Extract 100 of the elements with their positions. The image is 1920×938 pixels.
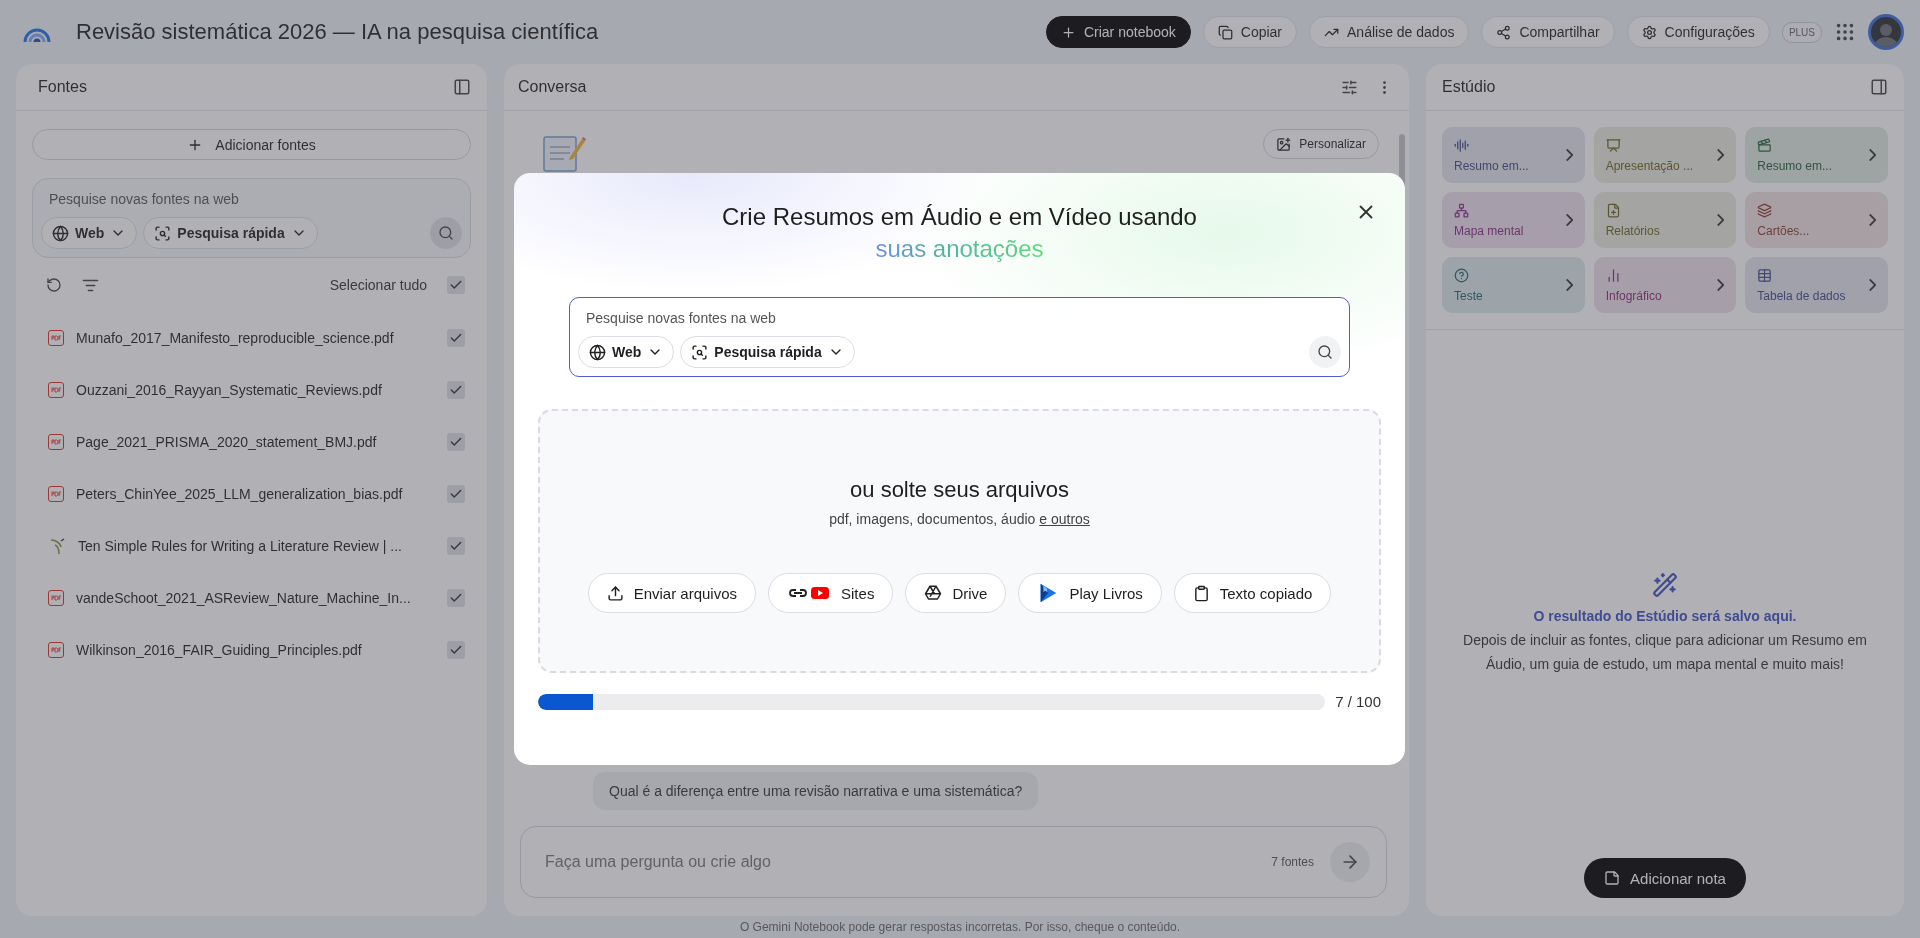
sidebar-toggle-icon[interactable]	[1870, 78, 1888, 96]
sidebar-toggle-icon[interactable]	[453, 78, 471, 96]
source-option-button[interactable]: Texto copiado	[1173, 573, 1332, 613]
checkbox[interactable]	[447, 537, 465, 555]
toolbar-button[interactable]: Compartilhar	[1481, 16, 1615, 48]
checkbox[interactable]	[447, 329, 465, 347]
note-icon	[1604, 870, 1621, 886]
source-name: Page_2021_PRISMA_2020_statement_BMJ.pdf	[76, 434, 378, 450]
tune-icon[interactable]	[1341, 78, 1358, 96]
user-avatar[interactable]	[1868, 14, 1904, 50]
toolbar-button[interactable]: Copiar	[1202, 16, 1298, 48]
check-icon	[449, 591, 463, 605]
cards-icon	[1757, 202, 1773, 218]
studio-tool-card[interactable]: Resumo em...	[1442, 127, 1585, 183]
search-mode-dropdown[interactable]: Pesquisa rápida	[143, 217, 318, 249]
plus-icon	[1060, 24, 1076, 40]
refresh-icon[interactable]	[46, 277, 62, 293]
pdf-file-icon	[48, 330, 64, 346]
search-button[interactable]	[1309, 336, 1341, 368]
drop-title: ou solte seus arquivos	[850, 477, 1069, 503]
studio-tool-card[interactable]: Mapa mental	[1442, 192, 1585, 248]
empty-state-text: Depois de incluir as fontes, clique para adicionar um Resumo em Áudio, um guia de estudo, um mapa mental e muito mais!	[1462, 631, 1868, 674]
source-name: Ouzzani_2016_Rayyan_Systematic_Reviews.pdf	[76, 382, 383, 398]
check-icon	[449, 487, 463, 501]
pdf-file-icon	[48, 382, 64, 398]
panel-title: Conversa	[517, 78, 587, 96]
toolbar-button[interactable]: Análise de dados	[1309, 16, 1470, 48]
check-icon	[449, 383, 463, 397]
studio-tool-card[interactable]: Cartões...	[1745, 192, 1888, 248]
send-button[interactable]	[1330, 842, 1370, 882]
pdf-file-icon	[48, 486, 64, 502]
toolbar-button[interactable]: Configurações	[1626, 16, 1770, 48]
chart-icon	[1605, 267, 1621, 283]
settings-icon	[1641, 24, 1657, 40]
checkbox[interactable]	[447, 381, 465, 399]
empty-state-title: O resultado do Estúdio será salvo aqui.	[1533, 608, 1797, 624]
studio-tool-card[interactable]: Teste	[1442, 257, 1585, 313]
chevron-right-icon	[1869, 214, 1876, 226]
globe-icon	[589, 343, 606, 361]
source-option-button[interactable]: Sites	[768, 573, 894, 613]
tool-label: Infográfico	[1605, 288, 1662, 303]
notebook-title: Revisão sistemática 2026 — IA na pesquisa científica	[76, 19, 600, 45]
dialog-title: Crie Resumos em Áudio e em Vídeo usando	[721, 202, 1198, 232]
tool-label: Resumo em...	[1757, 158, 1833, 173]
tool-label: Resumo em...	[1454, 158, 1529, 173]
search-placeholder: Pesquise novas fontes na web	[585, 310, 777, 326]
studio-tool-card[interactable]: Tabela de dados	[1745, 257, 1888, 313]
checkbox[interactable]	[447, 485, 465, 503]
add-sources-button[interactable]: Adicionar fontes	[32, 129, 471, 160]
checkbox[interactable]	[447, 641, 465, 659]
tool-label: Mapa mental	[1454, 223, 1524, 238]
sparkle-search-icon	[691, 343, 709, 361]
chevron-right-icon	[1717, 214, 1725, 226]
audio-wave-icon	[1454, 137, 1469, 153]
sparkle-search-icon	[154, 224, 172, 242]
chevron-right-icon	[1565, 214, 1573, 226]
studio-tool-card[interactable]: Infográfico	[1593, 257, 1737, 313]
source-option-button[interactable]: Enviar arquivos	[587, 573, 757, 613]
search-mode-dropdown[interactable]: Pesquisa rápida	[680, 336, 855, 368]
file-drop-zone[interactable]: ou solte seus arquivos pdf, imagens, documentos, áudio e outros Enviar arquivos Sites Drive Play Livros Texto copiado	[538, 409, 1381, 673]
site-favicon-icon	[48, 537, 66, 555]
more-types-link[interactable]: e outros	[1039, 511, 1090, 527]
source-name: Munafo_2017_Manifesto_reproducible_science.pdf	[76, 330, 395, 346]
input-placeholder: Faça uma pergunta ou crie algo	[545, 853, 772, 871]
pdf-file-icon	[48, 590, 64, 606]
copy-icon	[1217, 24, 1233, 40]
create-notebook-button[interactable]: Criar notebook	[1045, 16, 1191, 48]
chevron-right-icon	[1717, 279, 1725, 291]
link-and-video-icon	[787, 584, 832, 602]
source-option-button[interactable]: Play Livros	[1018, 573, 1162, 613]
source-name: Ten Simple Rules for Writing a Literature Review | ...	[78, 538, 403, 554]
plan-badge: PLUS	[1781, 21, 1822, 43]
source-option-button[interactable]: Drive	[905, 573, 1007, 613]
search-field[interactable]: Pesquise novas fontes na web Web Pesquisa rápida	[32, 178, 471, 258]
chat-input-field[interactable]: Faça uma pergunta ou crie algo 7 fontes	[520, 826, 1387, 898]
search-button[interactable]	[430, 217, 462, 249]
globe-icon	[52, 224, 69, 242]
tool-label: Cartões...	[1757, 223, 1810, 238]
checkbox[interactable]	[447, 589, 465, 607]
source-type-dropdown[interactable]: Web	[578, 336, 675, 368]
upload-icon	[606, 584, 624, 602]
checkbox[interactable]	[447, 433, 465, 451]
source-limit-reading: 7 / 100	[1335, 693, 1381, 710]
chevron-right-icon	[1869, 279, 1876, 291]
search-field[interactable]: Pesquise novas fontes na web Web Pesquisa rápida	[569, 297, 1350, 377]
panel-title: Fontes	[37, 78, 87, 96]
tool-label: Teste	[1454, 288, 1483, 303]
add-note-button[interactable]: Adicionar nota	[1584, 858, 1746, 898]
studio-tool-card[interactable]: Resumo em...	[1745, 127, 1888, 183]
source-count: 7 fontes	[1271, 855, 1314, 869]
source-type-dropdown[interactable]: Web	[41, 217, 138, 249]
checkbox[interactable]	[447, 276, 465, 294]
check-icon	[449, 539, 463, 553]
search-icon	[438, 225, 454, 241]
check-icon	[449, 278, 463, 292]
select-all-label: Selecionar tudo	[329, 277, 427, 293]
pdf-file-icon	[48, 434, 64, 450]
apps-grid-icon[interactable]	[1834, 21, 1856, 43]
chevron-right-icon	[1717, 149, 1725, 161]
customize-button[interactable]: Personalizar	[1263, 129, 1379, 159]
